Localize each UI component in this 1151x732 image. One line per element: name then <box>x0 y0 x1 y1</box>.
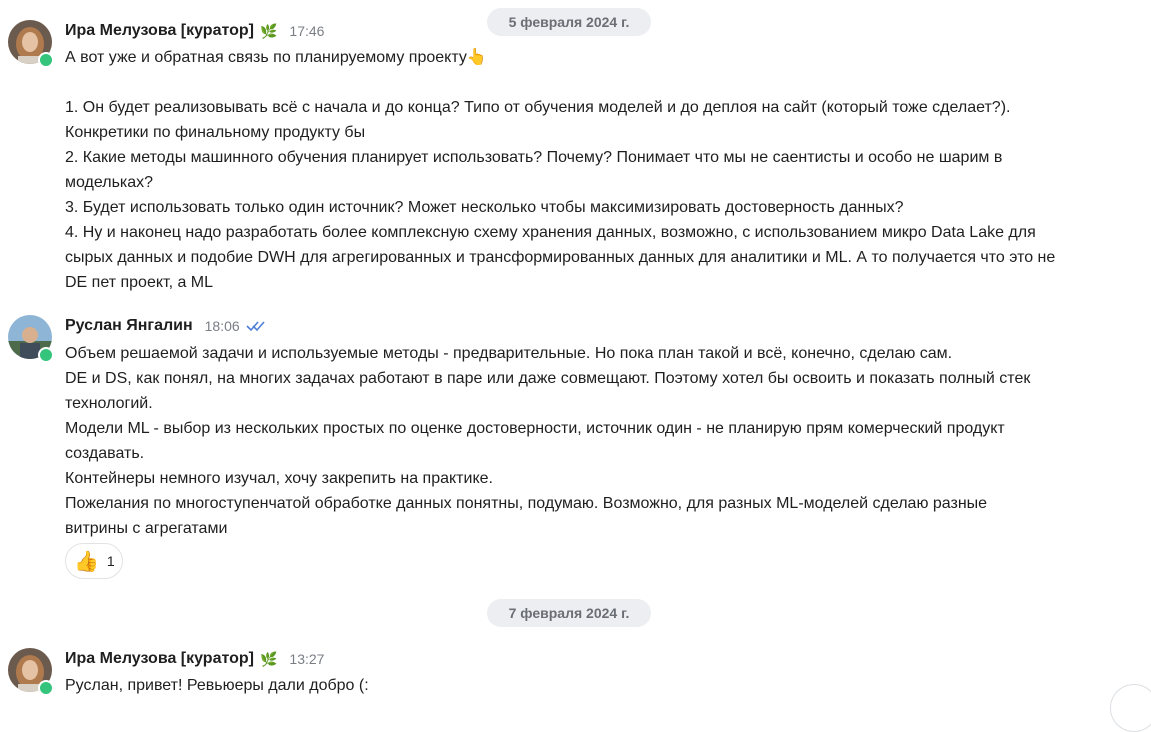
message-text-line: Модели ML - выбор из нескольких простых … <box>65 420 1005 437</box>
message-text-line: создавать. <box>65 445 145 462</box>
message-text-line: Конкретики по финальному продукту бы <box>65 124 366 141</box>
message-text-line: витрины с агрегатами <box>65 520 228 537</box>
message-text-line: А вот уже и обратная связь по планируемо… <box>65 49 487 66</box>
message-text-line: Контейнеры немного изучал, хочу закрепит… <box>65 470 493 487</box>
message-time: 17:46 <box>289 23 325 39</box>
message-text-line: сырых данных и подобие DWH для агрегиров… <box>65 249 1056 266</box>
author-name[interactable]: Руслан Янгалин <box>65 317 193 335</box>
online-indicator <box>38 680 54 696</box>
message-text-line: DE пет проект, а ML <box>65 274 214 291</box>
message-text-line: технологий. <box>65 395 153 412</box>
message-time: 18:06 <box>204 318 240 334</box>
reaction-thumbs-up-button[interactable]: 👍 1 <box>65 543 123 579</box>
reaction-count: 1 <box>106 553 115 569</box>
message-text-line: 3. Будет использовать только один источн… <box>65 199 904 216</box>
message-text-line: 4. Ну и наконец надо разработать более к… <box>65 224 1036 241</box>
message-text-line: Руслан, привет! Ревьюеры дали добро (: <box>65 677 369 694</box>
message-time: 13:27 <box>289 651 325 667</box>
date-separator: 5 февраля 2024 г. <box>487 8 651 36</box>
message-text-line: Объем решаемой задачи и используемые мет… <box>65 345 953 362</box>
message-text-line: модельках? <box>65 174 154 191</box>
online-indicator <box>38 347 54 363</box>
message-text-line: 1. Он будет реализовывать всё с начала и… <box>65 99 1011 116</box>
author-name[interactable]: Ира Мелузова [куратор] <box>65 22 254 40</box>
author-name[interactable]: Ира Мелузова [куратор] <box>65 650 254 668</box>
message-text-line: Пожелания по многоступенчатой обработке … <box>65 495 988 512</box>
online-indicator <box>38 52 54 68</box>
message-text-line: DE и DS, как понял, на многих задачах ра… <box>65 370 1031 387</box>
double-check-icon <box>246 320 266 332</box>
message-text-line: 2. Какие методы машинного обучения плани… <box>65 149 1003 166</box>
thumbs-up-icon: 👍 <box>74 550 99 573</box>
scroll-down-button[interactable] <box>1110 684 1151 732</box>
leaf-icon: 🌿 <box>259 650 278 667</box>
date-separator: 7 февраля 2024 г. <box>487 599 651 627</box>
leaf-icon: 🌿 <box>259 22 278 39</box>
